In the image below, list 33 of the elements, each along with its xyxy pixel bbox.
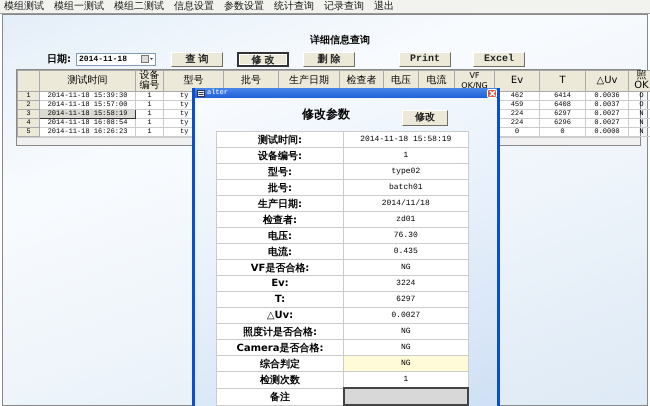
field-value: 1 [344,148,468,164]
field-label: 生产日期: [216,196,344,212]
field-label: 检测次数 [216,372,344,388]
field-value: 76.30 [344,228,468,244]
field-label: 设备编号: [216,148,344,164]
field-label: T: [216,292,344,308]
field-value: batch01 [344,180,468,196]
field-value: 2014-11-18 15:58:19 [344,132,468,148]
field-value: NG [344,356,468,372]
field-value: NG [344,324,468,340]
field-label: 照度计是否合格: [216,324,344,340]
field-label: 电压: [216,228,344,244]
field-label: 电流: [216,244,344,260]
field-label: 型号: [216,164,344,180]
field-label: 批号: [216,180,344,196]
page-title: 详细信息查询 [310,33,370,47]
field-label: Camera是否合格: [216,340,344,356]
field-value: 3224 [344,276,468,292]
dialog-heading: 修改参数 [302,106,350,123]
date-label: 日期: [47,52,71,66]
field-label: △Uv: [216,308,344,324]
field-label: VF是否合格: [216,260,344,276]
field-label: Ev: [216,276,344,292]
field-value: 6297 [344,292,468,308]
field-value: type02 [344,164,468,180]
field-label: 综合判定 [216,356,344,372]
field-value: 0.0027 [344,308,468,324]
field-label: 测试时间: [216,132,344,148]
field-value: NG [344,260,468,276]
field-value: 2014/11/18 [344,196,468,212]
field-value: zd01 [344,212,468,228]
field-label: 检查者: [216,212,344,228]
field-value: 0.435 [344,244,468,260]
